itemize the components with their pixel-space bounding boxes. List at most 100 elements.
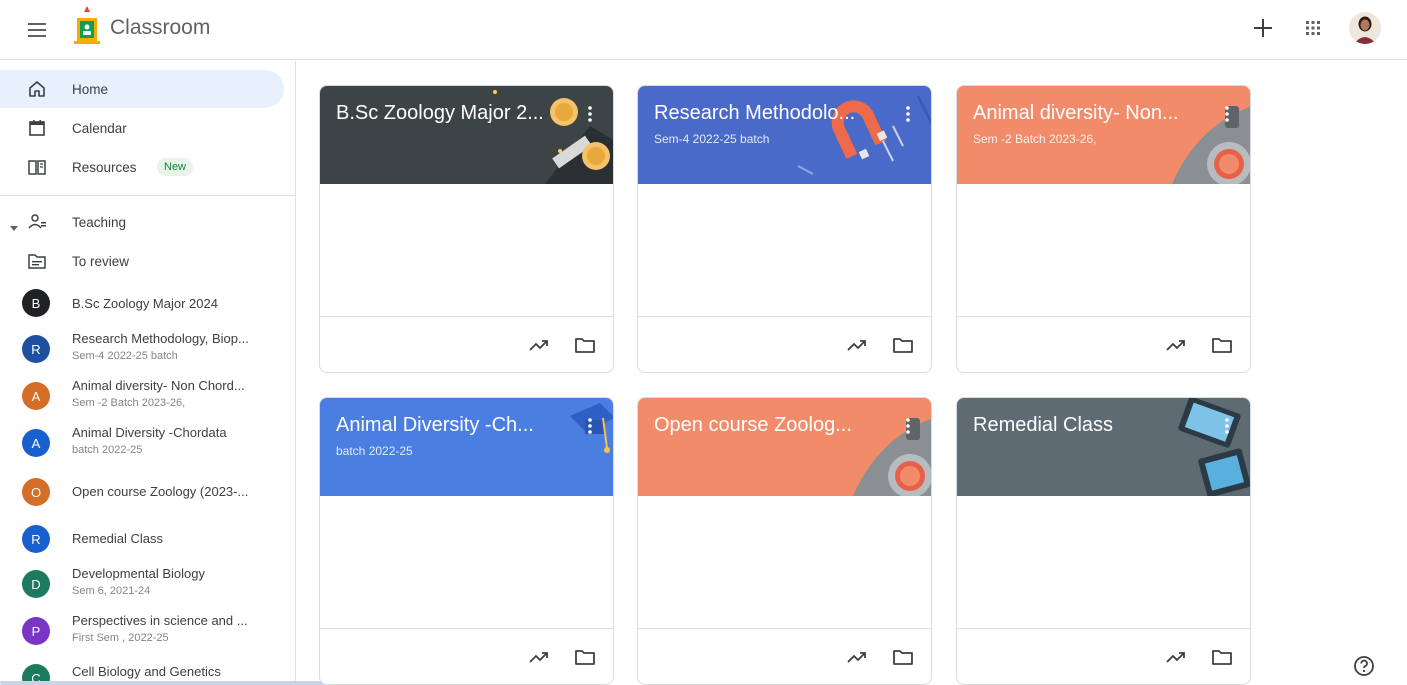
- class-name: Remedial Class: [72, 531, 164, 546]
- class-card[interactable]: Animal diversity- Non... Sem -2 Batch 20…: [956, 85, 1251, 373]
- nav-calendar-label: Calendar: [72, 120, 127, 136]
- trending-up-icon[interactable]: [1164, 645, 1188, 669]
- more-vert-icon[interactable]: [899, 414, 917, 438]
- classroom-logo[interactable]: [72, 6, 102, 46]
- nav-teaching-label: Teaching: [72, 214, 127, 230]
- class-name: Perspectives in science and ...: [72, 613, 248, 628]
- sidebar-class-item[interactable]: D Developmental Biology Sem 6, 2021-24: [0, 562, 284, 606]
- help-button[interactable]: [1352, 654, 1376, 678]
- class-avatar: R: [22, 335, 50, 363]
- card-title[interactable]: Animal Diversity -Ch...: [336, 414, 534, 437]
- card-title[interactable]: Remedial Class: [973, 414, 1113, 437]
- folder-icon[interactable]: [1210, 333, 1234, 357]
- sidebar-class-item[interactable]: R Research Methodology, Biop... Sem-4 20…: [0, 327, 284, 371]
- card-subtitle: batch 2022-25: [336, 444, 413, 458]
- class-subtitle: Sem-4 2022-25 batch: [72, 350, 178, 362]
- card-title[interactable]: Research Methodolo...: [654, 102, 855, 125]
- class-avatar: P: [22, 617, 50, 645]
- class-avatar: B: [22, 289, 50, 317]
- folder-icon[interactable]: [1210, 645, 1234, 669]
- folder-icon[interactable]: [891, 333, 915, 357]
- trending-up-icon[interactable]: [527, 645, 551, 669]
- class-subtitle: First Sem , 2022-25: [72, 632, 169, 644]
- class-avatar: R: [22, 525, 50, 553]
- sidebar-divider: [0, 195, 295, 196]
- nav-teaching[interactable]: Teaching: [0, 203, 284, 241]
- nav-home[interactable]: Home: [0, 70, 284, 108]
- home-icon: [26, 78, 48, 100]
- class-card[interactable]: Open course Zoolog...: [637, 397, 932, 685]
- trending-up-icon[interactable]: [527, 333, 551, 357]
- nav-to-review[interactable]: To review: [0, 242, 284, 280]
- class-avatar: A: [22, 382, 50, 410]
- sidebar-class-item[interactable]: A Animal diversity- Non Chord... Sem -2 …: [0, 374, 284, 418]
- sidebar-class-item[interactable]: B B.Sc Zoology Major 2024: [0, 281, 284, 325]
- class-name: Developmental Biology: [72, 566, 205, 581]
- class-card[interactable]: Animal Diversity -Ch... batch 2022-25: [319, 397, 614, 685]
- folder-icon[interactable]: [573, 333, 597, 357]
- card-header: B.Sc Zoology Major 2...: [320, 86, 613, 184]
- trending-up-icon[interactable]: [845, 333, 869, 357]
- nav-resources[interactable]: Resources New: [0, 148, 284, 186]
- more-vert-icon[interactable]: [1218, 414, 1236, 438]
- card-footer: [320, 316, 613, 372]
- class-card[interactable]: Remedial Class: [956, 397, 1251, 685]
- main-menu-button[interactable]: [22, 16, 52, 44]
- nav-to-review-label: To review: [72, 253, 130, 269]
- card-header: Remedial Class: [957, 398, 1250, 496]
- coins-banner-art: [493, 90, 613, 184]
- folder-icon[interactable]: [891, 645, 915, 669]
- more-vert-icon[interactable]: [1218, 102, 1236, 126]
- account-avatar[interactable]: [1349, 12, 1381, 44]
- create-join-class-button[interactable]: [1249, 12, 1277, 44]
- lab-banner-art: [853, 418, 931, 496]
- sidebar-class-item[interactable]: P Perspectives in science and ... First …: [0, 609, 284, 653]
- trending-up-icon[interactable]: [845, 645, 869, 669]
- card-footer: [638, 316, 931, 372]
- class-name: Cell Biology and Genetics: [72, 664, 221, 679]
- caret-down-icon[interactable]: [10, 219, 18, 237]
- class-name: Research Methodology, Biop...: [72, 331, 249, 346]
- hamburger-menu-icon: [28, 23, 46, 37]
- card-subtitle: Sem -2 Batch 2023-26,: [973, 132, 1097, 146]
- class-card[interactable]: Research Methodolo... Sem-4 2022-25 batc…: [637, 85, 932, 373]
- card-subtitle: Sem-4 2022-25 batch: [654, 132, 770, 146]
- google-apps-button[interactable]: [1299, 12, 1327, 44]
- card-title[interactable]: Open course Zoolog...: [654, 414, 852, 437]
- nav-resources-label: Resources: [72, 159, 137, 175]
- sidebar-class-item[interactable]: R Remedial Class: [0, 517, 284, 561]
- to-review-folder-icon: [26, 250, 48, 272]
- nav-calendar[interactable]: Calendar: [0, 109, 284, 147]
- sidebar-class-item[interactable]: A Animal Diversity -Chordata batch 2022-…: [0, 421, 284, 465]
- card-header: Research Methodolo... Sem-4 2022-25 batc…: [638, 86, 931, 184]
- class-avatar: D: [22, 570, 50, 598]
- app-name: Classroom: [110, 16, 211, 39]
- navigation-drawer: Home Calendar Resources New Teaching To …: [0, 61, 296, 685]
- class-avatar: A: [22, 429, 50, 457]
- devices-banner-art: [1178, 398, 1250, 496]
- nav-home-label: Home: [72, 81, 109, 97]
- apps-grid-icon: [1306, 21, 1320, 35]
- card-footer: [957, 316, 1250, 372]
- plus-icon: [1254, 19, 1272, 37]
- top-app-bar: Classroom: [0, 0, 1407, 60]
- sidebar-class-item[interactable]: O Open course Zoology (2023-...: [0, 470, 284, 514]
- resources-icon: [26, 156, 48, 178]
- card-header: Animal diversity- Non... Sem -2 Batch 20…: [957, 86, 1250, 184]
- class-name: B.Sc Zoology Major 2024: [72, 296, 218, 311]
- card-title[interactable]: B.Sc Zoology Major 2...: [336, 102, 544, 125]
- sidebar-scrollbar[interactable]: [0, 681, 330, 685]
- class-name: Animal diversity- Non Chord...: [72, 378, 245, 393]
- card-footer: [638, 628, 931, 684]
- more-vert-icon[interactable]: [581, 102, 599, 126]
- more-vert-icon[interactable]: [581, 414, 599, 438]
- new-badge: New: [157, 158, 194, 176]
- class-card[interactable]: B.Sc Zoology Major 2...: [319, 85, 614, 373]
- class-name: Open course Zoology (2023-...: [72, 484, 249, 499]
- card-title[interactable]: Animal diversity- Non...: [973, 102, 1179, 125]
- class-avatar: O: [22, 478, 50, 506]
- folder-icon[interactable]: [573, 645, 597, 669]
- more-vert-icon[interactable]: [899, 102, 917, 126]
- trending-up-icon[interactable]: [1164, 333, 1188, 357]
- help-icon: [1354, 656, 1374, 676]
